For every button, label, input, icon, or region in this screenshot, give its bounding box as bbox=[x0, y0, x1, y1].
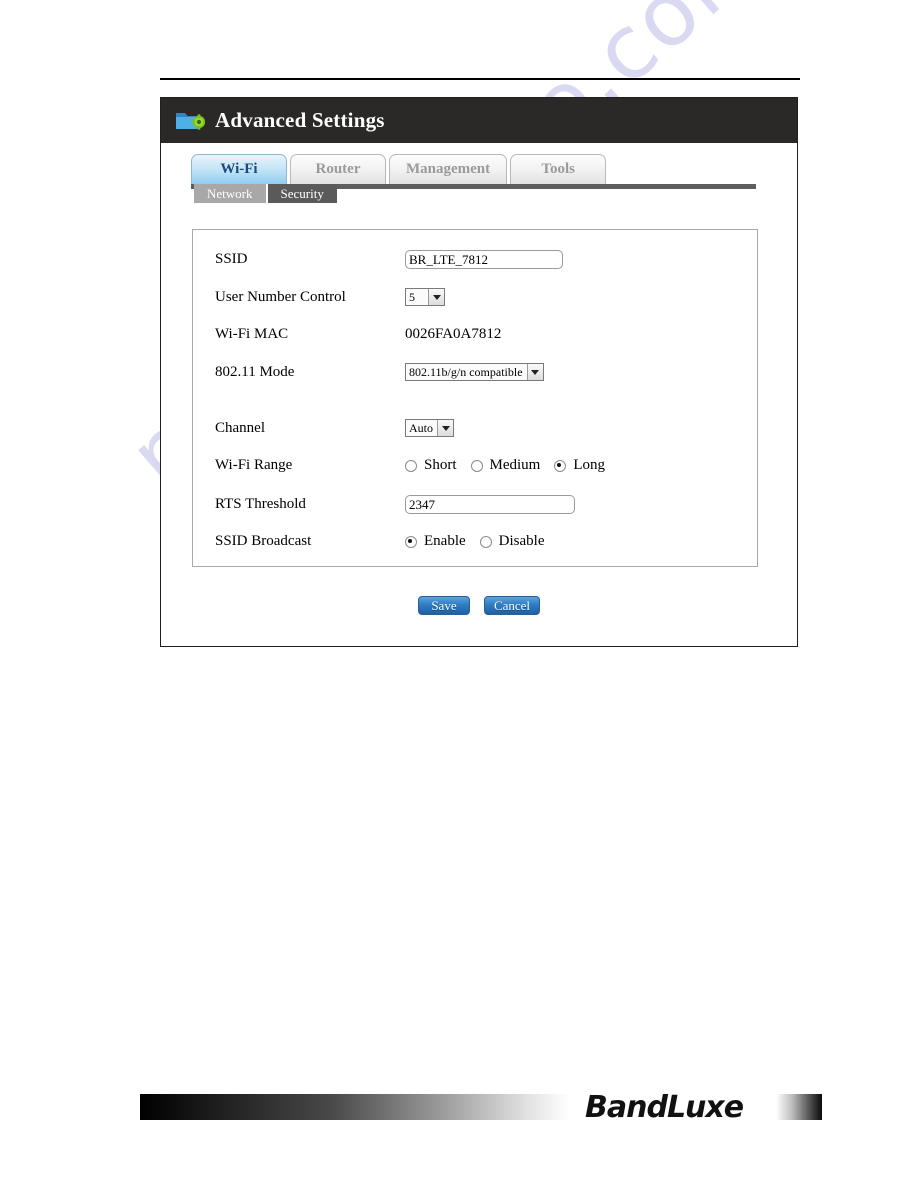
form-row-user-number-control: User Number Control 5 bbox=[215, 288, 745, 306]
ssid-broadcast-option-enable[interactable]: Enable bbox=[405, 533, 466, 550]
form-row-channel: Channel Auto bbox=[215, 419, 745, 437]
form-row-802-11-mode: 802.11 Mode 802.11b/g/n compatible bbox=[215, 363, 745, 381]
ssid-broadcast-label: SSID Broadcast bbox=[215, 533, 312, 549]
user-number-control-select[interactable]: 5 bbox=[405, 288, 445, 306]
subtab-security[interactable]: Security bbox=[265, 184, 337, 203]
rts-threshold-input[interactable]: 2347 bbox=[405, 495, 575, 514]
wifi-range-option-medium[interactable]: Medium bbox=[470, 457, 541, 474]
save-button[interactable]: Save bbox=[417, 596, 470, 615]
wifi-range-option-short[interactable]: Short bbox=[405, 457, 457, 474]
mode-802-11-value: 802.11b/g/n compatible bbox=[409, 364, 523, 379]
radio-icon bbox=[479, 535, 492, 548]
radio-icon bbox=[470, 459, 483, 472]
wifi-mac-label: Wi-Fi MAC bbox=[215, 326, 289, 342]
chevron-down-icon bbox=[428, 289, 444, 305]
brand-logo: BandLuxe bbox=[585, 1090, 744, 1125]
radio-icon bbox=[405, 459, 417, 472]
form-action-bar: Save Cancel bbox=[161, 596, 797, 615]
wifi-mac-value: 0026FA0A7812 bbox=[405, 326, 502, 342]
mode-802-11-label: 802.11 Mode bbox=[215, 363, 295, 380]
ssid-input-value: BR_LTE_7812 bbox=[409, 252, 488, 267]
form-row-ssid: SSID BR_LTE_7812 bbox=[215, 250, 745, 269]
radio-icon-selected bbox=[554, 459, 567, 472]
user-number-control-value: 5 bbox=[409, 289, 415, 304]
page-title: Advanced Settings bbox=[215, 108, 385, 132]
channel-select[interactable]: Auto bbox=[405, 419, 454, 437]
subtab-network-label: Network bbox=[207, 185, 253, 201]
ssid-broadcast-option-disable[interactable]: Disable bbox=[479, 533, 545, 550]
ssid-broadcast-option-disable-label: Disable bbox=[498, 533, 545, 549]
form-row-rts-threshold: RTS Threshold 2347 bbox=[215, 495, 745, 514]
footer-gradient-bar-left bbox=[140, 1094, 570, 1120]
app-header: Advanced Settings bbox=[161, 98, 797, 143]
tab-wifi[interactable]: Wi-Fi bbox=[191, 154, 287, 184]
chevron-down-icon bbox=[437, 420, 453, 436]
subtab-security-label: Security bbox=[280, 185, 324, 201]
rts-threshold-label: RTS Threshold bbox=[215, 496, 306, 512]
ssid-broadcast-radio-group: Enable Disable bbox=[405, 533, 558, 550]
footer-gradient-bar-right bbox=[776, 1094, 822, 1120]
tab-tools-label: Tools bbox=[541, 161, 575, 177]
primary-tab-bar: Wi-Fi Router Management Tools bbox=[191, 154, 797, 184]
ssid-input[interactable]: BR_LTE_7812 bbox=[405, 250, 563, 269]
wifi-network-form: SSID BR_LTE_7812 User Number Control 5 W… bbox=[192, 229, 758, 567]
tab-tools[interactable]: Tools bbox=[510, 154, 607, 184]
radio-icon-selected bbox=[405, 535, 417, 548]
subtab-network[interactable]: Network bbox=[194, 184, 266, 203]
folder-gear-icon bbox=[175, 107, 207, 135]
wifi-range-option-short-label: Short bbox=[424, 457, 457, 473]
ssid-broadcast-option-enable-label: Enable bbox=[424, 533, 466, 549]
wifi-range-radio-group: Short Medium Long bbox=[405, 457, 619, 474]
form-row-ssid-broadcast: SSID Broadcast Enable Disable bbox=[215, 533, 745, 550]
channel-label: Channel bbox=[215, 419, 265, 436]
page-top-rule bbox=[160, 78, 800, 80]
save-button-label: Save bbox=[431, 597, 457, 613]
tabs-area: Wi-Fi Router Management Tools Network Se… bbox=[161, 143, 797, 215]
wifi-range-option-long[interactable]: Long bbox=[554, 457, 605, 474]
chevron-down-icon bbox=[526, 364, 543, 380]
tab-router[interactable]: Router bbox=[290, 154, 386, 184]
cancel-button[interactable]: Cancel bbox=[483, 596, 541, 615]
mode-802-11-select[interactable]: 802.11b/g/n compatible bbox=[405, 363, 544, 381]
tab-management[interactable]: Management bbox=[389, 154, 508, 184]
wifi-range-label: Wi-Fi Range bbox=[215, 457, 293, 473]
form-row-wifi-range: Wi-Fi Range Short Medium Long bbox=[215, 457, 745, 474]
ssid-label: SSID bbox=[215, 251, 248, 267]
advanced-settings-panel: Advanced Settings Wi-Fi Router Managemen… bbox=[160, 97, 798, 647]
form-row-wifi-mac: Wi-Fi MAC 0026FA0A7812 bbox=[215, 326, 745, 343]
channel-value: Auto bbox=[409, 420, 433, 435]
cancel-button-label: Cancel bbox=[493, 597, 531, 613]
tab-wifi-label: Wi-Fi bbox=[220, 161, 258, 177]
user-number-control-label: User Number Control bbox=[215, 288, 346, 305]
tab-router-label: Router bbox=[315, 161, 361, 177]
wifi-range-option-long-label: Long bbox=[573, 457, 606, 473]
tab-management-label: Management bbox=[406, 161, 491, 177]
page-footer: BandLuxe bbox=[0, 1090, 918, 1125]
rts-threshold-input-value: 2347 bbox=[409, 497, 435, 512]
wifi-range-option-medium-label: Medium bbox=[489, 457, 541, 473]
secondary-tab-bar: Network Security bbox=[191, 184, 797, 203]
